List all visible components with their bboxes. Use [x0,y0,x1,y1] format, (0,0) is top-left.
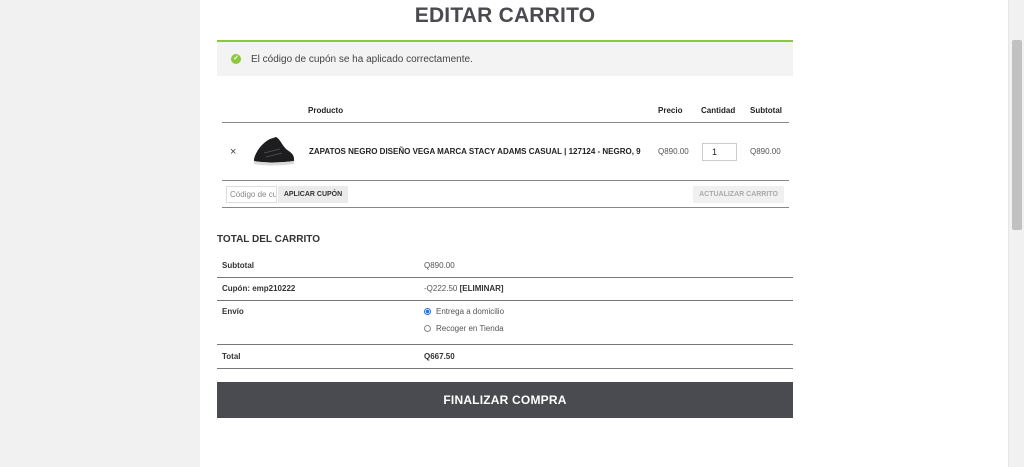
subtotal-label: Subtotal [222,261,254,270]
remove-item-button[interactable]: × [230,146,236,158]
total-label: Total [222,352,241,361]
coupon-value: -Q222.50 [424,284,458,293]
radio-icon[interactable] [424,325,431,332]
page-title: EDITAR CARRITO [414,4,596,27]
coupon-code-input[interactable]: Código de cupón [226,186,277,203]
divider [217,277,793,278]
checkout-button[interactable]: FINALIZAR COMPRA [217,382,793,418]
header-subtotal: Subtotal [750,106,782,115]
item-subtotal: Q890.00 [750,147,781,156]
header-product: Producto [308,106,344,115]
divider [217,300,793,301]
remove-coupon-link[interactable]: [ELIMINAR] [460,284,504,293]
shoe-thumbnail[interactable] [250,131,296,169]
subtotal-value: Q890.00 [424,261,455,270]
header-quantity: Cantidad [701,106,736,115]
update-cart-button[interactable]: ACTUALIZAR CARRITO [693,186,784,203]
cart-totals-title: TOTAL DEL CARRITO [217,234,320,245]
divider [222,122,789,123]
scrollbar-thumb[interactable] [1012,40,1022,230]
radio-selected-icon[interactable] [424,308,431,315]
check-circle-icon: ✓ [231,54,241,64]
item-price: Q890.00 [658,147,689,156]
apply-coupon-button[interactable]: APLICAR CUPÓN [278,186,348,203]
cart-page: EDITAR CARRITO ✓ El código de cupón se h… [200,0,1008,467]
shipping-option-delivery[interactable]: Entrega a domicilio [424,307,504,316]
divider [217,368,793,369]
shipping-option-label: Entrega a domicilio [436,307,505,316]
success-notice: ✓ El código de cupón se ha aplicado corr… [217,40,793,76]
shipping-option-pickup[interactable]: Recoger en Tienda [424,324,504,333]
divider [217,344,793,345]
divider [222,180,789,181]
divider [222,207,789,208]
shipping-option-label: Recoger en Tienda [436,324,504,333]
scrollbar[interactable] [1008,0,1024,467]
header-price: Precio [658,106,683,115]
coupon-label: Cupón: emp210222 [222,284,296,293]
total-value: Q667.50 [424,352,455,361]
product-name-link[interactable]: ZAPATOS NEGRO DISEÑO VEGA MARCA STACY AD… [309,147,641,156]
coupon-discount: -Q222.50 [ELIMINAR] [424,284,504,293]
notice-message: El código de cupón se ha aplicado correc… [251,53,473,65]
shipping-label: Envío [222,307,244,316]
quantity-input[interactable]: 1 [702,143,737,161]
